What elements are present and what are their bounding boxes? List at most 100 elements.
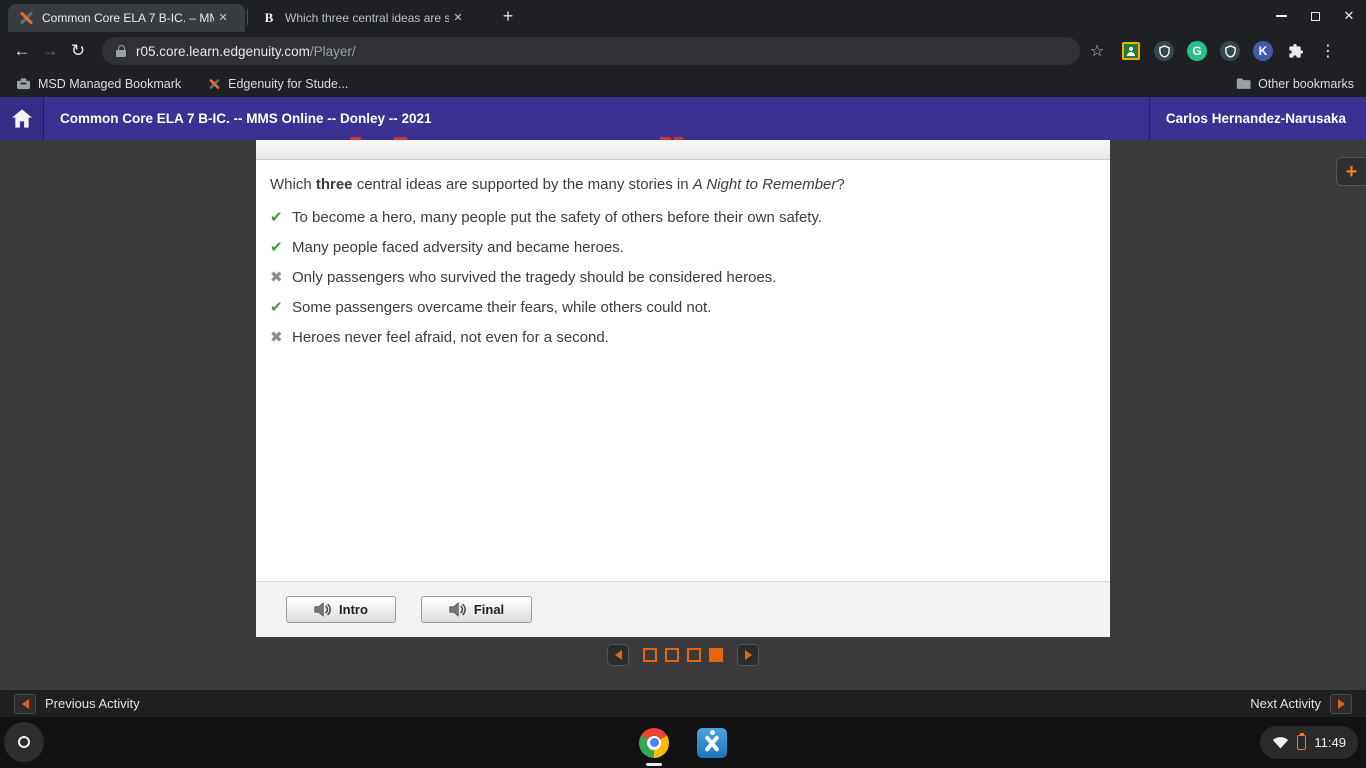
bookmark-label: MSD Managed Bookmark (38, 76, 182, 91)
right-arrow-icon (744, 650, 752, 660)
page-square[interactable] (643, 648, 657, 662)
bookmark-star-icon[interactable]: ☆ (1084, 38, 1110, 64)
edgenuity-shelf-icon[interactable] (697, 727, 727, 758)
answer-mark-icon: ✖ (270, 329, 283, 346)
window-controls: ✕ (1264, 0, 1366, 32)
extensions-row: G K ⋮ (1120, 40, 1338, 62)
tab-search-result[interactable]: B Which three central ideas are su ✕ (251, 4, 483, 32)
lms-header: Common Core ELA 7 B-IC. -- MMS Online --… (0, 97, 1366, 140)
tab-title: Common Core ELA 7 B-IC. – MM (42, 11, 214, 25)
active-app-indicator (646, 763, 662, 766)
bookmarks-bar: MSD Managed Bookmark Edgenuity for Stude… (0, 70, 1366, 97)
final-label: Final (473, 602, 505, 617)
close-icon[interactable]: ✕ (449, 9, 467, 27)
bookmark-msd-managed[interactable]: MSD Managed Bookmark (6, 73, 191, 95)
speaker-icon (314, 602, 331, 617)
previous-activity-button[interactable]: Previous Activity (14, 693, 140, 714)
url-path: /Player/ (309, 43, 356, 59)
answer-option: ✖ Heroes never feel afraid, not even for… (270, 327, 1096, 357)
chromeos-shelf: 11:49 (0, 717, 1366, 768)
restore-button[interactable] (1298, 0, 1332, 32)
answer-text: Only passengers who survived the tragedy… (292, 269, 777, 286)
reload-button[interactable]: ↻ (64, 37, 92, 65)
kami-extension-icon[interactable]: K (1252, 40, 1274, 62)
tab-strip: Common Core ELA 7 B-IC. – MM ✕ B Which t… (0, 0, 1366, 32)
answer-option: ✔ Many people faced adversity and became… (270, 237, 1096, 267)
answer-mark-icon: ✔ (270, 299, 283, 316)
question-card: Which three central ideas are supported … (256, 140, 1110, 637)
close-icon[interactable]: ✕ (214, 9, 232, 27)
bookmark-edgenuity[interactable]: Edgenuity for Stude... (197, 73, 358, 95)
previous-activity-label: Previous Activity (45, 696, 140, 711)
bookmark-label: Edgenuity for Stude... (228, 76, 349, 91)
home-button[interactable] (0, 97, 44, 140)
other-bookmarks-button[interactable]: Other bookmarks (1224, 77, 1366, 91)
letter-b-favicon: B (264, 10, 274, 25)
extensions-puzzle-icon[interactable] (1285, 40, 1307, 62)
url-host: r05.core.learn.edgenuity.com (136, 43, 310, 59)
next-page-button[interactable] (737, 644, 759, 666)
left-arrow-icon (21, 698, 29, 709)
page-square[interactable] (709, 648, 723, 662)
battery-icon (1297, 732, 1307, 750)
new-tab-button[interactable]: + (496, 5, 520, 29)
minimize-icon (1275, 15, 1287, 17)
speaker-icon (449, 602, 466, 617)
page-square[interactable] (665, 648, 679, 662)
managed-bookmark-icon (17, 78, 30, 90)
tab-course-player[interactable]: Common Core ELA 7 B-IC. – MM ✕ (8, 4, 245, 32)
page-squares (643, 648, 723, 662)
tab-divider (247, 9, 248, 25)
page-square[interactable] (687, 648, 701, 662)
address-bar[interactable]: r05.core.learn.edgenuity.com /Player/ (102, 37, 1080, 65)
home-icon (11, 109, 32, 128)
answer-option: ✔ To become a hero, many people put the … (270, 207, 1096, 237)
page-navigation (0, 644, 1366, 666)
other-bookmarks-label: Other bookmarks (1258, 76, 1354, 91)
tab-title: Which three central ideas are su (285, 11, 449, 25)
next-activity-button[interactable]: Next Activity (1250, 693, 1352, 714)
answer-text: Many people faced adversity and became h… (292, 239, 624, 256)
intro-audio-button[interactable]: Intro (286, 596, 396, 623)
previous-activity-arrow[interactable] (14, 693, 36, 714)
chrome-icon (639, 727, 669, 758)
shield-extension-icon[interactable] (1153, 40, 1175, 62)
card-body: Which three central ideas are supported … (256, 160, 1110, 581)
final-audio-button[interactable]: Final (421, 596, 532, 623)
answer-option: ✖ Only passengers who survived the trage… (270, 267, 1096, 297)
browser-toolbar: ← → ↻ r05.core.learn.edgenuity.com /Play… (0, 32, 1366, 70)
right-arrow-icon (1337, 698, 1345, 709)
folder-icon (1236, 78, 1251, 89)
question-text: Which three central ideas are supported … (270, 176, 845, 193)
student-name: Carlos Hernandez-Narusaka (1148, 97, 1346, 140)
clock: 11:49 (1314, 735, 1346, 750)
answer-text: Heroes never feel afraid, not even for a… (292, 329, 609, 346)
restore-icon (1310, 11, 1320, 21)
browser-menu-icon[interactable]: ⋮ (1318, 41, 1338, 61)
status-tray[interactable]: 11:49 (1260, 726, 1358, 759)
chrome-shelf-icon[interactable] (639, 727, 669, 766)
intro-label: Intro (339, 602, 368, 617)
plus-icon: + (1345, 160, 1358, 183)
course-title: Common Core ELA 7 B-IC. -- MMS Online --… (60, 111, 432, 126)
screen: Common Core ELA 7 B-IC. – MM ✕ B Which t… (0, 0, 1366, 768)
classroom-extension-icon[interactable] (1120, 40, 1142, 62)
wifi-icon (1273, 737, 1289, 749)
minimize-button[interactable] (1264, 0, 1298, 32)
forward-button[interactable]: → (36, 37, 64, 65)
previous-page-button[interactable] (607, 644, 629, 666)
answer-mark-icon: ✖ (270, 269, 283, 286)
answer-mark-icon: ✔ (270, 239, 283, 256)
next-activity-arrow[interactable] (1330, 693, 1352, 714)
enotes-expand-button[interactable]: + (1336, 157, 1366, 186)
back-button[interactable]: ← (8, 37, 36, 65)
grammarly-extension-icon[interactable]: G (1186, 40, 1208, 62)
shield-extension-icon-2[interactable] (1219, 40, 1241, 62)
next-activity-label: Next Activity (1250, 696, 1321, 711)
close-window-button[interactable]: ✕ (1332, 0, 1366, 32)
answer-mark-icon: ✔ (270, 209, 283, 226)
lock-icon (116, 45, 126, 57)
edgenuity-x-icon (18, 10, 34, 26)
answer-option: ✔ Some passengers overcame their fears, … (270, 297, 1096, 327)
answer-text: Some passengers overcame their fears, wh… (292, 299, 712, 316)
